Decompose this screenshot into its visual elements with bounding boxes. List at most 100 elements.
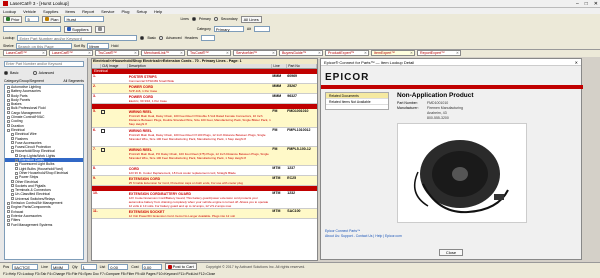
tab-servicenet[interactable]: ServiceNet™ ✕: [233, 50, 277, 56]
advanced-radio[interactable]: [159, 36, 164, 40]
expand-icon[interactable]: [7, 107, 10, 111]
secondary-radio[interactable]: [213, 17, 218, 21]
table-row[interactable]: 3. POWER CORD Electric, 60 3/16, 1 Per Cas…: [92, 94, 317, 104]
expand-icon[interactable]: [15, 171, 18, 175]
menu-vehicle[interactable]: Vehicle: [23, 9, 36, 14]
row-part-number[interactable]: 60969: [287, 74, 317, 83]
popup-close-button[interactable]: Close: [439, 249, 463, 256]
expand-icon[interactable]: [7, 205, 10, 209]
menu-lookup[interactable]: Lookup: [3, 9, 16, 14]
expand-icon[interactable]: [7, 89, 10, 93]
tab-buyersguide[interactable]: BuyersGuide™ ✕: [279, 50, 323, 56]
expand-icon[interactable]: [11, 180, 14, 184]
tab-lasercat-2[interactable]: LaserCat®™ ✕: [49, 50, 93, 56]
primary-radio[interactable]: [191, 17, 196, 21]
prior-button[interactable]: Prior: [3, 15, 23, 23]
basic-radio[interactable]: [140, 36, 145, 40]
table-row[interactable]: 7. WIRING REEL ProCraft Main Reel, PO Dais…: [92, 147, 317, 166]
menu-service[interactable]: Service: [101, 9, 114, 14]
qty-field[interactable]: 1: [80, 263, 97, 270]
info-icon[interactable]: [100, 110, 105, 114]
tab-trucost-1[interactable]: TruCost®™ ✕: [95, 50, 139, 56]
table-row[interactable]: 6. WIRING REEL ProCraft Main Deal, Daisy C…: [92, 128, 317, 147]
table-row[interactable]: 11. EXTENSION SOCKET 12 Volt Power/DC Exte…: [92, 209, 317, 219]
expand-icon[interactable]: [15, 167, 18, 171]
tab-merchantlink[interactable]: MerchantLink™ ✕: [141, 50, 185, 56]
expand-icon[interactable]: [11, 188, 14, 192]
expand-icon[interactable]: [11, 193, 14, 197]
menu-plug[interactable]: Plug: [122, 9, 130, 14]
expand-icon[interactable]: [7, 85, 10, 89]
maximize-button[interactable]: □: [585, 1, 588, 7]
expand-icon[interactable]: [11, 137, 14, 141]
table-row[interactable]: 2. POWER CORD SVP-116, 1 Per Case MMM 25267: [92, 84, 317, 94]
pos-field[interactable]: 5ACTCE: [12, 263, 39, 270]
cost-field[interactable]: 0.00: [141, 263, 162, 270]
expand-icon[interactable]: [11, 197, 14, 201]
table-row[interactable]: 9. EXTENSION CORD 25 ft Cable Extension fo…: [92, 176, 317, 186]
left-search-input[interactable]: Enter Part Number and/or Keyword: [4, 61, 84, 67]
popup-close-icon[interactable]: ✕: [575, 59, 578, 66]
expand-icon[interactable]: [11, 145, 14, 149]
expand-icon[interactable]: [11, 150, 14, 154]
tab-close-icon[interactable]: ✕: [410, 51, 413, 55]
tab-close-icon[interactable]: ✕: [456, 51, 459, 55]
footer-link-support[interactable]: About Us: Support - Contact Us | Help | …: [325, 234, 402, 238]
menu-report[interactable]: Report: [82, 9, 94, 14]
menu-help[interactable]: Help: [154, 9, 162, 14]
menu-items[interactable]: Items: [65, 9, 75, 14]
tree-item[interactable]: Fuel Management Systems: [5, 223, 83, 227]
row-part-number[interactable]: 25267: [287, 84, 317, 93]
row-part-number[interactable]: 1237: [287, 166, 317, 175]
list-field[interactable]: 0.00: [108, 263, 129, 270]
table-row[interactable]: 1. POSTER STRIPS Commercial STS0469 Small …: [92, 74, 317, 84]
expand-icon[interactable]: [11, 184, 14, 188]
hurst-select[interactable]: Hurst: [64, 16, 105, 22]
side-item-related-items[interactable]: Related Items Not Available: [326, 99, 388, 105]
info-icon[interactable]: [100, 129, 105, 133]
tab-close-icon[interactable]: ✕: [318, 51, 321, 55]
minimize-button[interactable]: –: [576, 1, 579, 7]
tab-close-icon[interactable]: ✕: [364, 51, 367, 55]
all-segments-checkbox[interactable]: All Segments: [63, 79, 84, 83]
post-to-cart-button[interactable]: Post to Cart: [164, 263, 197, 270]
row-part-number[interactable]: FMPL1010012: [287, 128, 317, 146]
tab-close-icon[interactable]: ✕: [180, 51, 183, 55]
tab-close-icon[interactable]: ✕: [88, 51, 91, 55]
headers-select[interactable]: [200, 35, 215, 41]
row-part-number[interactable]: FMD1001010: [287, 109, 317, 127]
row-part-number[interactable]: 1232: [287, 191, 317, 208]
search-page-input[interactable]: Search on this Page: [15, 42, 72, 49]
menu-supplies[interactable]: Supplies: [43, 9, 58, 14]
category-button[interactable]: [94, 25, 105, 33]
tab-reportexpert[interactable]: ReportExpert™ ✕: [417, 50, 461, 56]
expand-icon[interactable]: [7, 210, 10, 214]
tab-close-icon[interactable]: ✕: [272, 51, 275, 55]
prior-count-select[interactable]: 5: [25, 16, 40, 22]
sort-select[interactable]: Mmm: [87, 42, 110, 49]
expand-icon[interactable]: [7, 218, 10, 222]
row-part-number[interactable]: SAC100: [287, 209, 317, 218]
expand-icon[interactable]: [7, 223, 10, 227]
expand-icon[interactable]: [7, 119, 10, 123]
footer-link-parts[interactable]: Epicor Connect Parts™: [325, 229, 360, 233]
table-row[interactable]: 10. EXTENSION CORD/BATTERY GUARD 12V Coole…: [92, 191, 317, 209]
tab-close-icon[interactable]: ✕: [42, 51, 45, 55]
tab-productexpert[interactable]: ProductExpert™ ✕: [325, 50, 369, 56]
tab-trucost-2[interactable]: TruCost®™ ✕: [187, 50, 231, 56]
close-window-button[interactable]: ✕: [594, 1, 598, 7]
expand-icon[interactable]: [7, 128, 10, 132]
category-select[interactable]: Primary: [213, 26, 244, 32]
expand-icon[interactable]: [15, 175, 18, 179]
expand-icon[interactable]: [11, 141, 14, 145]
tab-itemexpert[interactable]: ItemExpert™ ✕: [371, 50, 415, 56]
line-field[interactable]: MMM: [51, 263, 69, 270]
category-tree[interactable]: Automotive Lighting Battery Accessories Bo…: [4, 84, 84, 260]
expand-icon[interactable]: [7, 94, 10, 98]
row-part-number[interactable]: 96327: [287, 94, 317, 103]
plan-button[interactable]: Plan: [42, 15, 62, 23]
table-row[interactable]: 5. WIRING REEL ProCraft Main Deal, Daisy C…: [92, 109, 317, 128]
expand-icon[interactable]: [7, 201, 10, 205]
expand-icon[interactable]: [15, 162, 18, 166]
suppliers-button[interactable]: Suppliers: [64, 25, 92, 33]
